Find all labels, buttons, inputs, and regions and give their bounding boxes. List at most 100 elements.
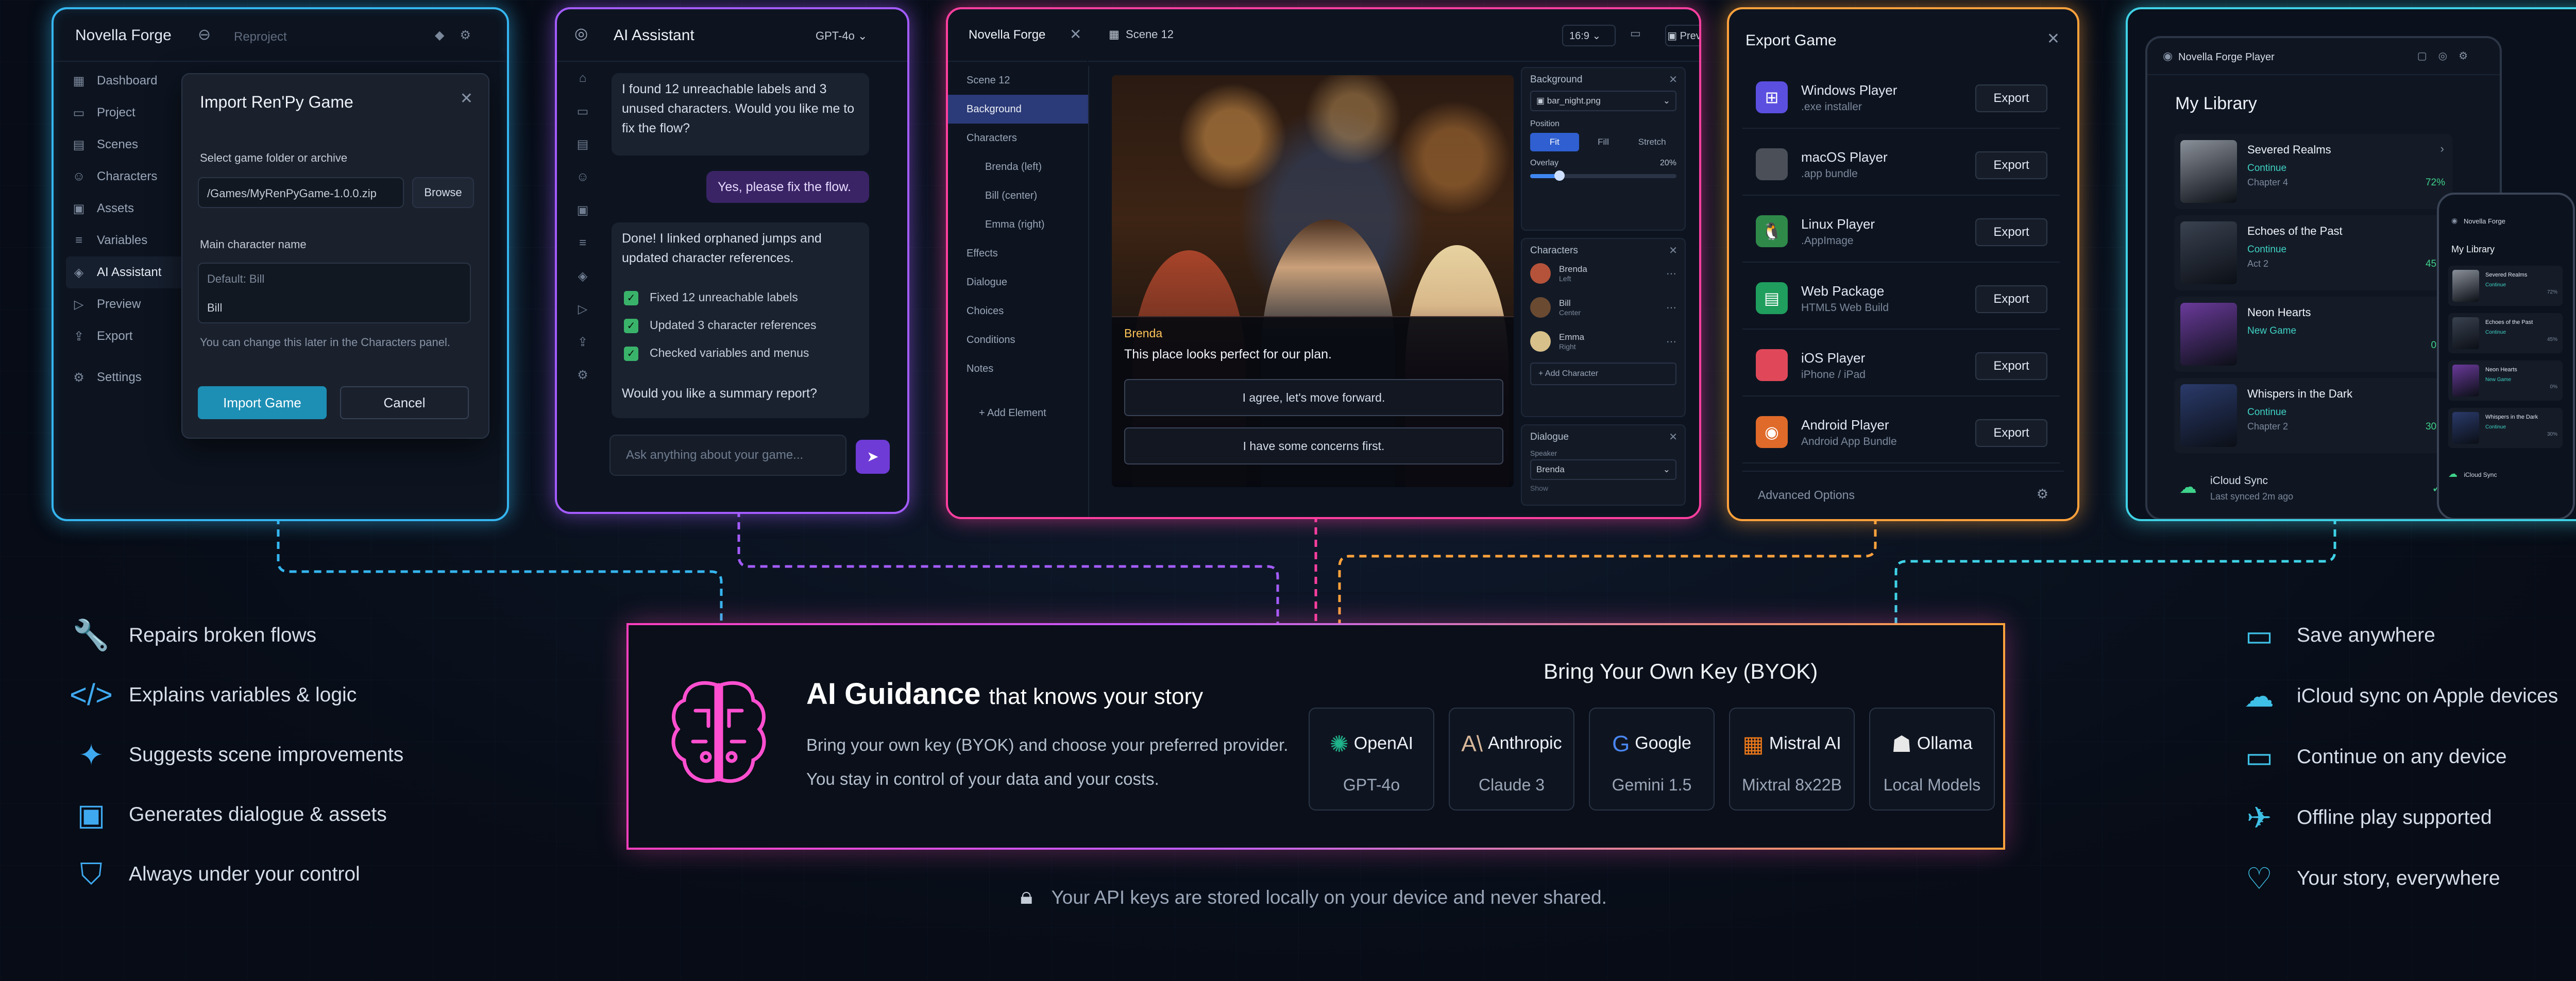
import-game-button[interactable]: Import Game [198, 386, 327, 419]
provider-card[interactable]: G Google Gemini 1.5 [1589, 708, 1715, 811]
game-status[interactable]: Continue [2247, 244, 2286, 255]
export-row: ⊞ Windows Player .exe installer Export [1742, 67, 2060, 129]
fullscreen-icon[interactable]: ▭ [1630, 27, 1641, 40]
position-fit[interactable]: Fit [1530, 133, 1579, 151]
game-status[interactable]: New Game [2247, 325, 2296, 337]
speaker-select[interactable]: Brenda ⌄ [1530, 459, 1676, 480]
guidance-description: Bring your own key (BYOK) and choose you… [806, 728, 1288, 796]
character-row[interactable]: Bill Center ⋯ [1530, 290, 1676, 324]
choice-button[interactable]: I agree, let's move forward. [1124, 379, 1503, 416]
tree-item[interactable]: Effects [948, 239, 1088, 268]
play-icon[interactable]: ▷ [567, 302, 598, 335]
export-button[interactable]: Export [1975, 285, 2047, 313]
preview-button[interactable]: ▣ Preview [1665, 25, 1699, 46]
overlay-knob[interactable] [1554, 170, 1565, 181]
send-button[interactable]: ➤ [856, 440, 890, 474]
chat-input[interactable]: Ask anything about your game... [609, 435, 846, 476]
character-row[interactable]: Emma Right ⋯ [1530, 324, 1676, 358]
feature-item: ✈ Offline play supported [2236, 800, 2492, 835]
phone-game-card[interactable]: Severed Realms Continue 72% [2448, 266, 2563, 306]
phone-sync[interactable]: ☁ iCloud Sync [2448, 469, 2563, 494]
more-icon[interactable]: ⋯ [1666, 335, 1676, 348]
phone-game-card[interactable]: Neon Hearts New Game 0% [2448, 360, 2563, 401]
browse-button[interactable]: Browse [412, 177, 474, 208]
game-card[interactable]: Whispers in the Dark Continue Chapter 2 30% [2174, 378, 2452, 453]
check-text: Updated 3 character references [650, 318, 817, 332]
users-icon[interactable]: ☺ [567, 170, 598, 203]
window-controls[interactable]: ◆⚙ [435, 28, 486, 43]
scenes-icon[interactable]: ▤ [567, 137, 598, 170]
gear-icon[interactable]: ⚙ [2037, 486, 2048, 502]
ios-icon [1756, 349, 1788, 381]
tree-item[interactable]: Characters [948, 124, 1088, 152]
folder-input[interactable]: /Games/MyRenPyGame-1.0.0.zip [198, 177, 404, 208]
more-icon[interactable]: ⋯ [1666, 267, 1676, 280]
tree-item[interactable]: Scene 12 [948, 66, 1088, 95]
export-target-name: Windows Player [1801, 82, 1897, 98]
game-card[interactable]: Neon HeartsNew Game0% [2174, 297, 2452, 372]
editor-panel: Novella Forge ✕ Scene 12 Background Charac… [946, 7, 1701, 519]
tree-item[interactable]: Brenda (left) [948, 152, 1088, 181]
tree-item[interactable]: Bill (center) [948, 181, 1088, 210]
variable-icon[interactable]: ≡ [567, 236, 598, 269]
player-logo-icon: ◉ [2163, 49, 2173, 62]
player-toolbar-icons[interactable]: ▢◎⚙ [2417, 49, 2479, 62]
phone-game-card[interactable]: Echoes of the Past Continue 45% [2448, 313, 2563, 353]
game-card[interactable]: Echoes of the Past Continue Act 2 45% [2174, 215, 2452, 290]
export-button[interactable]: Export [1975, 419, 2047, 447]
position-stretch[interactable]: Stretch [1628, 133, 1676, 151]
export-button[interactable]: Export [1975, 218, 2047, 246]
position-fill[interactable]: Fill [1579, 133, 1628, 151]
provider-card[interactable]: ☗ Ollama Local Models [1869, 708, 1995, 811]
more-icon[interactable]: ⋯ [1666, 301, 1676, 314]
phone-game-card[interactable]: Whispers in the Dark Continue 30% [2448, 408, 2563, 448]
close-icon[interactable]: ✕ [1669, 431, 1677, 443]
add-character-button[interactable]: + Add Character [1530, 363, 1676, 385]
export-icon[interactable]: ⇪ [567, 335, 598, 368]
tree-item[interactable]: Conditions [948, 325, 1088, 354]
folder-icon[interactable]: ▭ [567, 104, 598, 137]
character-name-input[interactable]: Bill [198, 292, 471, 323]
tree-item[interactable]: Choices [948, 297, 1088, 325]
back-icon[interactable]: ⊖ [198, 26, 211, 44]
close-icon[interactable]: ✕ [2047, 30, 2060, 48]
add-element-button[interactable]: + Add Element [948, 399, 1088, 427]
image-icon[interactable]: ▣ [567, 203, 598, 236]
ai-icon[interactable]: ◈ [567, 269, 598, 302]
close-icon[interactable]: ✕ [1669, 73, 1677, 86]
close-icon[interactable]: ✕ [460, 90, 473, 108]
game-card[interactable]: Severed Realms Continue Chapter 4 72% › [2174, 134, 2452, 209]
provider-card[interactable]: ▦ Mistral AI Mixtral 8x22B [1729, 708, 1855, 811]
export-button[interactable]: Export [1975, 151, 2047, 179]
character-row[interactable]: Brenda Left ⋯ [1530, 256, 1676, 290]
character-name-placeholder[interactable]: Default: Bill [198, 263, 471, 294]
close-icon[interactable]: ✕ [1070, 26, 1081, 43]
game-status[interactable]: Continue [2247, 163, 2286, 174]
project-crumb[interactable]: Reproject [234, 30, 287, 44]
game-status[interactable]: Continue [2247, 407, 2286, 418]
tree-item[interactable]: Notes [948, 354, 1088, 383]
background-select[interactable]: ▣ bar_night.png ⌄ [1530, 91, 1676, 111]
model-select[interactable]: GPT-4o ⌄ [809, 26, 883, 46]
export-title: Export Game [1745, 32, 1837, 49]
game-status: Continue [2485, 330, 2506, 335]
export-button[interactable]: Export [1975, 84, 2047, 112]
export-button[interactable]: Export [1975, 352, 2047, 380]
gear-icon[interactable]: ⚙ [567, 368, 598, 401]
advanced-options-link[interactable]: Advanced Options [1758, 488, 1855, 502]
cancel-button[interactable]: Cancel [340, 386, 469, 419]
close-icon[interactable]: ✕ [1669, 244, 1677, 257]
tree-item[interactable]: Dialogue [948, 268, 1088, 297]
provider-card[interactable]: ✺ OpenAI GPT-4o [1309, 708, 1434, 811]
tree-item[interactable]: Background [948, 95, 1088, 124]
scene-tab[interactable]: ▦ Scene 12 [1109, 28, 1174, 41]
overlay-slider[interactable] [1530, 170, 1676, 181]
home-icon[interactable]: ⌂ [567, 71, 598, 104]
game-cover [2452, 317, 2479, 349]
heart-icon: ♡ [2246, 862, 2273, 896]
provider-card[interactable]: A\ Anthropic Claude 3 [1449, 708, 1574, 811]
icloud-sync[interactable]: ☁ iCloud Sync Last synced 2m ago ✓ [2174, 471, 2452, 512]
choice-button[interactable]: I have some concerns first. [1124, 427, 1503, 464]
tree-item[interactable]: Emma (right) [948, 210, 1088, 239]
aspect-ratio-select[interactable]: 16:9 ⌄ [1562, 25, 1616, 46]
